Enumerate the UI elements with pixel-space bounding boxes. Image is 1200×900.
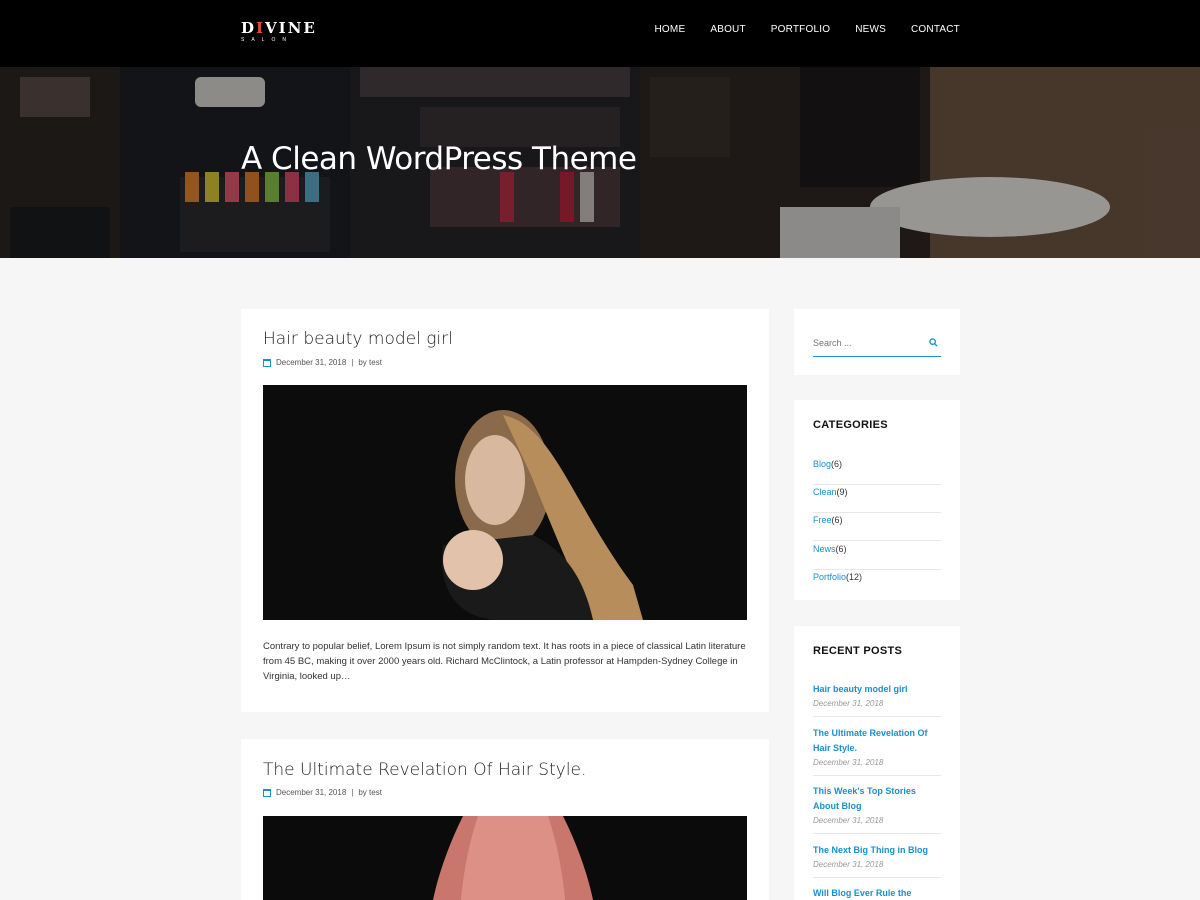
- post-title[interactable]: The Ultimate Revelation Of Hair Style.: [263, 760, 586, 780]
- recent-post-link[interactable]: The Next Big Thing in Blog: [813, 843, 941, 858]
- meta-separator: |: [351, 358, 354, 367]
- site-header: DIVINE SALON HOME ABOUT PORTFOLIO NEWS C…: [0, 0, 1200, 67]
- category-item: Blog(6): [813, 457, 941, 485]
- logo-tagline: SALON: [241, 37, 293, 43]
- recent-post-date: December 31, 2018: [813, 758, 884, 767]
- recent-post-link[interactable]: Hair beauty model girl: [813, 682, 941, 697]
- nav-home[interactable]: HOME: [655, 24, 686, 35]
- post-author[interactable]: by test: [358, 788, 382, 797]
- site-logo[interactable]: DIVINE SALON: [241, 20, 315, 48]
- nav-contact[interactable]: CONTACT: [911, 24, 960, 35]
- hero-title: A Clean WordPress Theme: [241, 141, 637, 177]
- search-input[interactable]: [813, 331, 923, 355]
- post-card: Hair beauty model girl December 31, 2018…: [241, 309, 769, 712]
- main-nav: HOME ABOUT PORTFOLIO NEWS CONTACT: [630, 24, 960, 35]
- post-image[interactable]: [263, 816, 747, 900]
- post-excerpt: Contrary to popular belief, Lorem Ipsum …: [263, 641, 746, 682]
- recent-post-item: The Ultimate Revelation Of Hair Style. D…: [813, 726, 941, 776]
- calendar-icon: [263, 788, 271, 797]
- category-link[interactable]: Portfolio: [813, 572, 846, 582]
- calendar-icon: [263, 358, 271, 367]
- nav-portfolio[interactable]: PORTFOLIO: [771, 24, 830, 35]
- category-count: (9): [836, 487, 848, 497]
- search-form: [813, 331, 941, 357]
- post-image[interactable]: [263, 385, 747, 620]
- hair-photo: [263, 816, 747, 900]
- category-item: Portfolio(12): [813, 570, 941, 598]
- recent-post-item: Hair beauty model girl December 31, 2018: [813, 682, 941, 717]
- recent-posts-widget: RECENT POSTS Hair beauty model girl Dece…: [794, 626, 960, 900]
- recent-post-link[interactable]: This Week's Top Stories About Blog: [813, 784, 941, 814]
- post-card: The Ultimate Revelation Of Hair Style. D…: [241, 739, 769, 900]
- meta-separator: |: [351, 788, 354, 797]
- category-count: (6): [835, 544, 847, 554]
- widget-title: RECENT POSTS: [813, 645, 903, 657]
- post-meta: December 31, 2018 | by test: [263, 358, 382, 367]
- nav-news[interactable]: NEWS: [855, 24, 886, 35]
- category-link[interactable]: Blog: [813, 459, 831, 469]
- category-link[interactable]: Free: [813, 515, 832, 525]
- model-photo: [263, 385, 747, 620]
- category-count: (12): [846, 572, 863, 582]
- hero-banner: A Clean WordPress Theme: [0, 67, 1200, 258]
- category-link[interactable]: Clean: [813, 487, 837, 497]
- post-date[interactable]: December 31, 2018: [276, 788, 346, 797]
- recent-post-date: December 31, 2018: [813, 860, 884, 869]
- recent-post-item: This Week's Top Stories About Blog Decem…: [813, 784, 941, 834]
- recent-post-item: The Next Big Thing in Blog December 31, …: [813, 843, 941, 878]
- category-link[interactable]: News: [813, 544, 836, 554]
- recent-post-link[interactable]: Will Blog Ever Rule the World?: [813, 886, 941, 900]
- recent-post-link[interactable]: The Ultimate Revelation Of Hair Style.: [813, 726, 941, 756]
- recent-post-date: December 31, 2018: [813, 816, 884, 825]
- post-title[interactable]: Hair beauty model girl: [263, 329, 453, 349]
- recent-post-item: Will Blog Ever Rule the World?: [813, 886, 941, 900]
- category-item: Clean(9): [813, 485, 941, 513]
- search-widget: [794, 309, 960, 375]
- category-item: News(6): [813, 542, 941, 570]
- category-item: Free(6): [813, 513, 941, 541]
- category-count: (6): [831, 459, 843, 469]
- post-meta: December 31, 2018 | by test: [263, 788, 382, 797]
- post-date[interactable]: December 31, 2018: [276, 358, 346, 367]
- post-author[interactable]: by test: [358, 358, 382, 367]
- recent-post-date: December 31, 2018: [813, 699, 884, 708]
- categories-widget: CATEGORIES Blog(6) Clean(9) Free(6) News…: [794, 400, 960, 600]
- widget-title: CATEGORIES: [813, 419, 888, 431]
- search-icon[interactable]: [929, 338, 938, 347]
- nav-about[interactable]: ABOUT: [710, 24, 745, 35]
- category-count: (6): [831, 515, 843, 525]
